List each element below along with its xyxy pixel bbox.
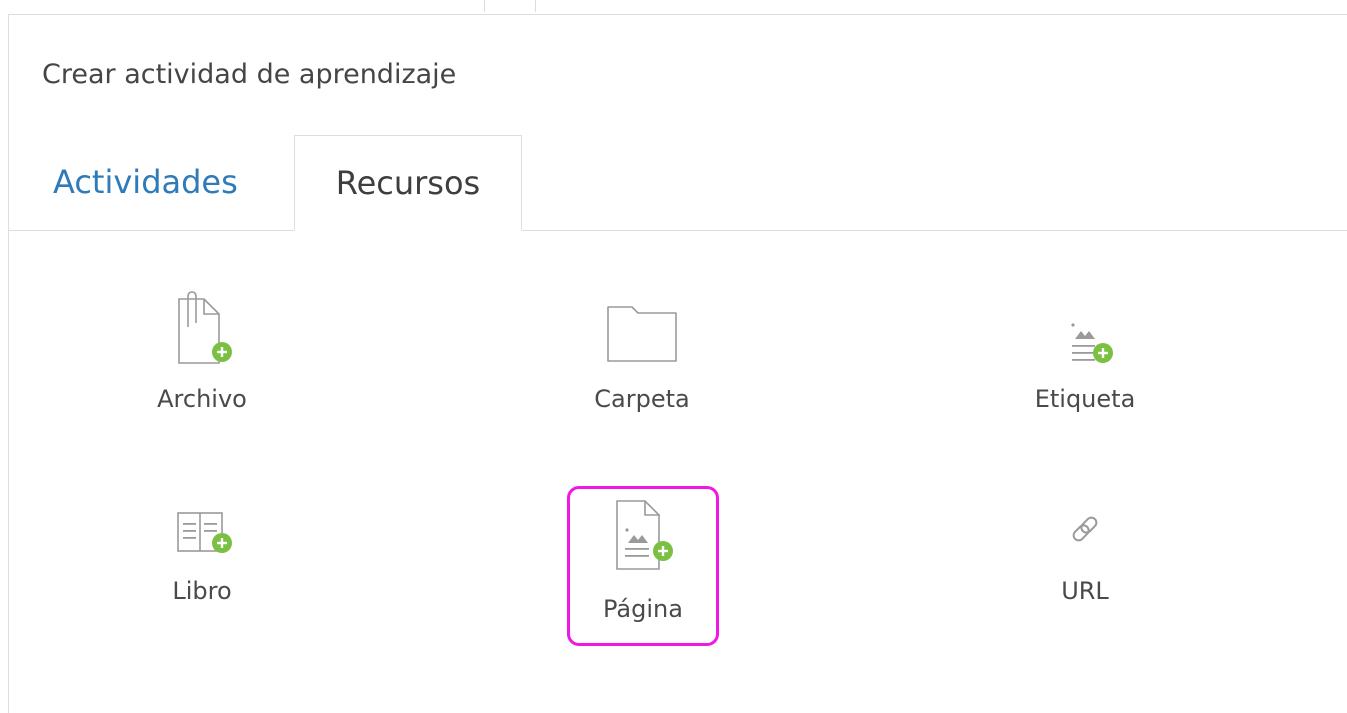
resource-etiqueta-label: Etiqueta [1034,385,1136,413]
resource-libro[interactable]: Libro [127,481,277,633]
dialog-title: Crear actividad de aprendizaje [42,59,457,90]
resource-carpeta-label: Carpeta [594,385,690,413]
page-add-icon [603,495,683,575]
partial-element-fragment [484,0,536,12]
resource-carpeta[interactable]: Carpeta [567,289,717,441]
resource-url-label: URL [1061,577,1109,605]
tab-bar: Actividades Recursos [9,135,1347,231]
create-activity-dialog: Crear actividad de aprendizaje Actividad… [8,14,1347,713]
resource-pagina[interactable]: Página [567,486,719,646]
folder-icon [602,289,682,369]
book-add-icon [162,481,242,561]
tab-actividades[interactable]: Actividades [19,135,272,230]
resource-pagina-label: Página [603,595,683,623]
tab-recursos[interactable]: Recursos [294,135,522,231]
top-strip [0,0,1347,14]
file-add-icon [162,289,242,369]
resource-libro-label: Libro [172,577,232,605]
label-add-icon [1045,289,1125,369]
link-icon [1045,481,1125,561]
resource-grid: Archivo Carpeta Etiqueta Libro Página UR… [9,231,1347,691]
resource-archivo[interactable]: Archivo [127,289,277,441]
resource-archivo-label: Archivo [157,385,247,413]
resource-etiqueta[interactable]: Etiqueta [1010,289,1160,441]
resource-url[interactable]: URL [1010,481,1160,633]
